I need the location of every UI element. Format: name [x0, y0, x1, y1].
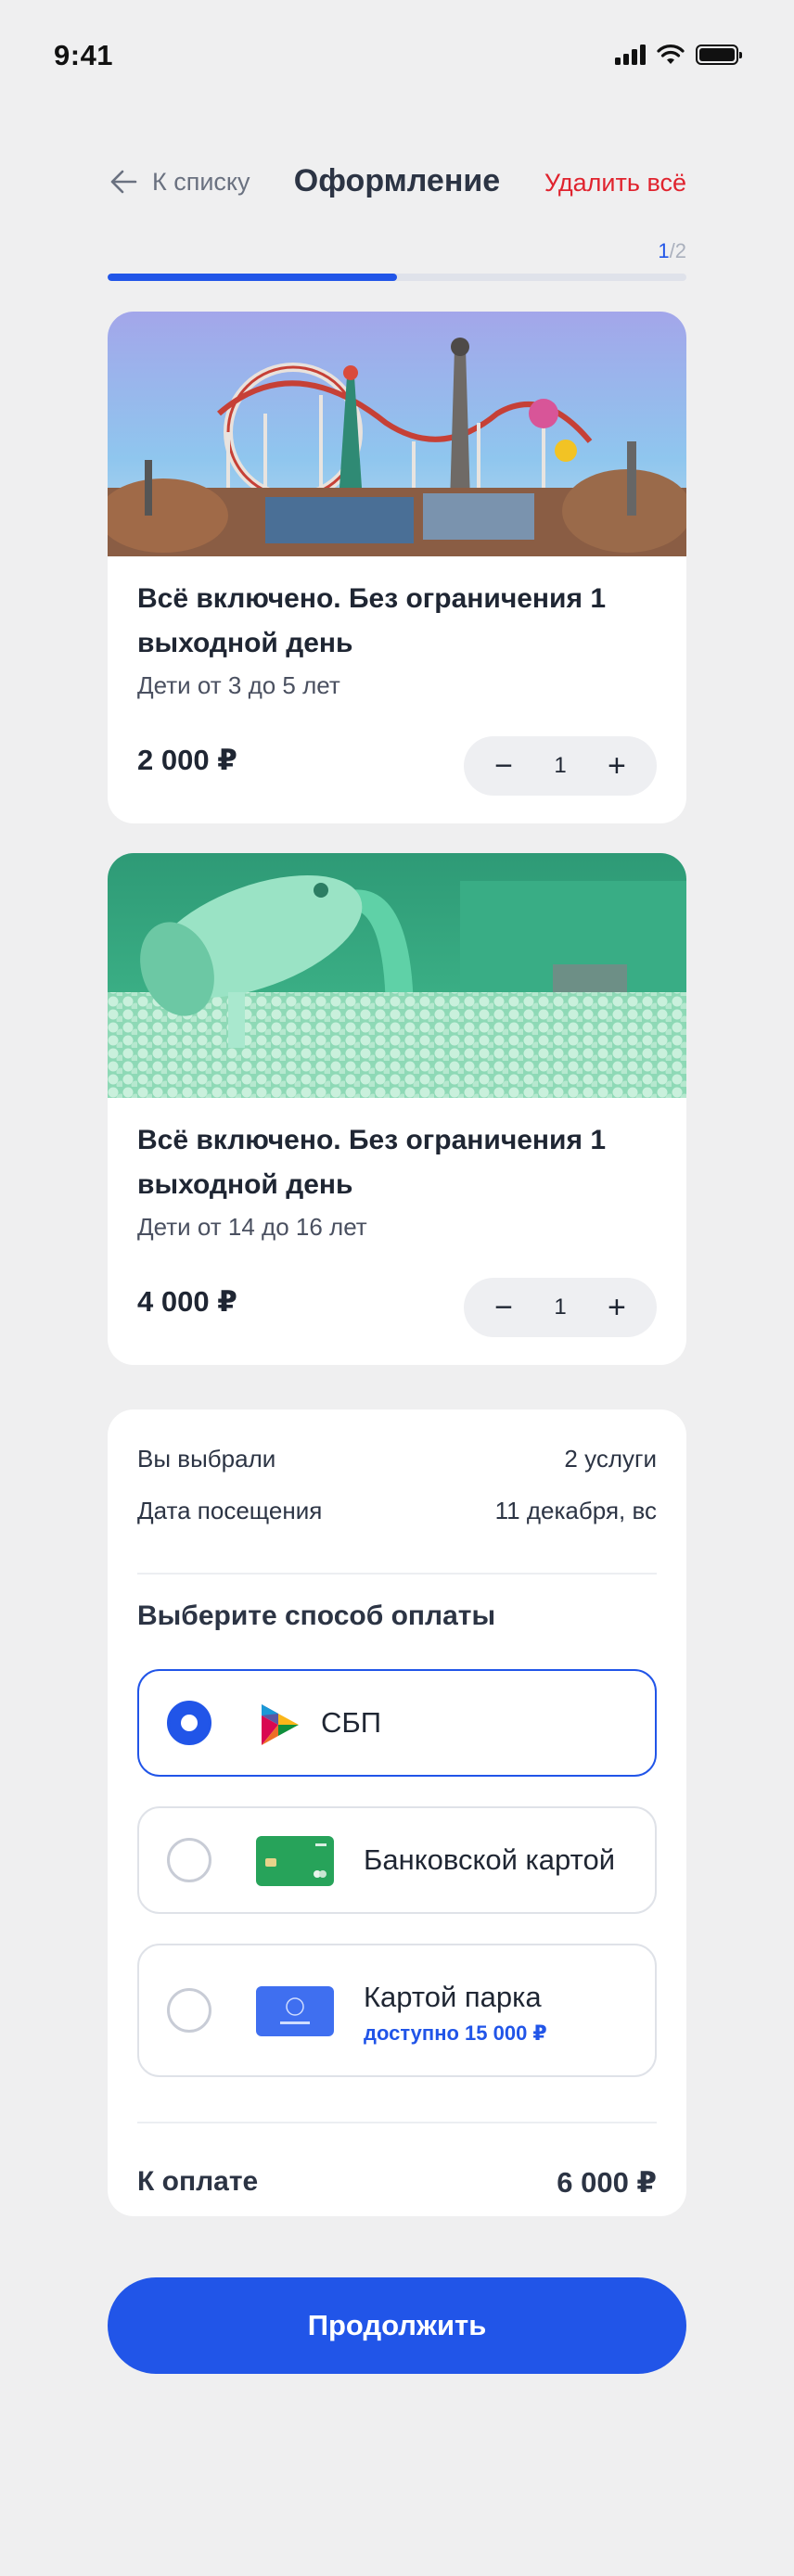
payment-option-bank-card[interactable]: Банковской картой [137, 1806, 657, 1914]
payment-option-park-card[interactable]: Картой парка доступно 15 000 ₽ [137, 1944, 657, 2077]
divider [137, 2122, 657, 2123]
wifi-icon [657, 45, 685, 64]
continue-button[interactable]: Продолжить [108, 2277, 686, 2374]
cart-item-body: Всё включено. Без ограничения 1 выходной… [108, 1098, 686, 1242]
increment-button[interactable]: + [603, 1292, 631, 1323]
bank-card-icon [256, 1836, 334, 1886]
payment-label: Картой парка [364, 1981, 542, 2013]
status-bar: 9:41 [0, 0, 794, 111]
cart-item: Всё включено. Без ограничения 1 выходной… [108, 312, 686, 823]
radio-unselected[interactable] [167, 1838, 211, 1882]
amusement-park-photo [108, 312, 686, 556]
progress-fill [108, 274, 397, 281]
step-counter: 1/2 [658, 239, 686, 263]
payment-label: Банковской картой [364, 1843, 616, 1876]
sbp-logo-icon [262, 1704, 299, 1745]
back-to-list-button[interactable]: К списку [108, 165, 250, 198]
summary-row-selected: Вы выбрали 2 услуги [137, 1445, 657, 1473]
cart-item-title: Всё включено. Без ограничения 1 выходной… [137, 1125, 607, 1200]
quantity-value: 1 [554, 753, 567, 778]
signal-icon [615, 45, 646, 65]
park-card-icon [256, 1986, 334, 2036]
summary-row-date: Дата посещения 11 декабря, вс [137, 1497, 657, 1525]
cart-item: Всё включено. Без ограничения 1 выходной… [108, 853, 686, 1365]
radio-selected[interactable] [167, 1701, 211, 1745]
step-current: 1 [658, 239, 670, 262]
quantity-stepper: − 1 + [464, 736, 657, 796]
decrement-button[interactable]: − [490, 750, 518, 782]
date-value: 11 декабря, вс [494, 1497, 657, 1524]
quantity-stepper: − 1 + [464, 1278, 657, 1337]
cart-item-price: 4 000 ₽ [137, 1285, 237, 1318]
battery-icon [696, 45, 742, 65]
status-time: 9:41 [54, 39, 114, 71]
arrow-left-icon [110, 170, 137, 194]
park-card-balance: доступно 15 000 ₽ [364, 2021, 547, 2045]
cart-item-title: Всё включено. Без ограничения 1 выходной… [137, 583, 607, 658]
selected-value: 2 услуги [564, 1445, 657, 1473]
back-label: К списку [152, 167, 250, 196]
cart-item-subtitle: Дети от 14 до 16 лет [137, 1213, 367, 1241]
status-icons [615, 45, 742, 65]
delete-all-button[interactable]: Удалить всё [544, 169, 686, 198]
date-label: Дата посещения [137, 1497, 323, 1524]
increment-button[interactable]: + [603, 750, 631, 782]
cart-item-subtitle: Дети от 3 до 5 лет [137, 671, 340, 699]
cart-item-body: Всё включено. Без ограничения 1 выходной… [108, 556, 686, 700]
order-summary: Вы выбрали 2 услуги Дата посещения 11 де… [108, 1409, 686, 2216]
step-total: 2 [674, 239, 686, 262]
radio-unselected[interactable] [167, 1988, 211, 2033]
total-label: К оплате [137, 2166, 259, 2197]
decrement-button[interactable]: − [490, 1292, 518, 1323]
payment-title: Выберите способ оплаты [137, 1600, 496, 1631]
ball-pit-photo [108, 853, 686, 1098]
divider [137, 1573, 657, 1575]
selected-label: Вы выбрали [137, 1445, 276, 1473]
quantity-value: 1 [554, 1294, 567, 1320]
header: К списку Оформление Удалить всё [108, 158, 686, 213]
total-value: 6 000 ₽ [557, 2166, 657, 2199]
payment-option-sbp[interactable]: СБП [137, 1669, 657, 1777]
cart-item-price: 2 000 ₽ [137, 744, 237, 776]
payment-label: СБП [321, 1706, 382, 1739]
progress-bar [108, 274, 686, 281]
